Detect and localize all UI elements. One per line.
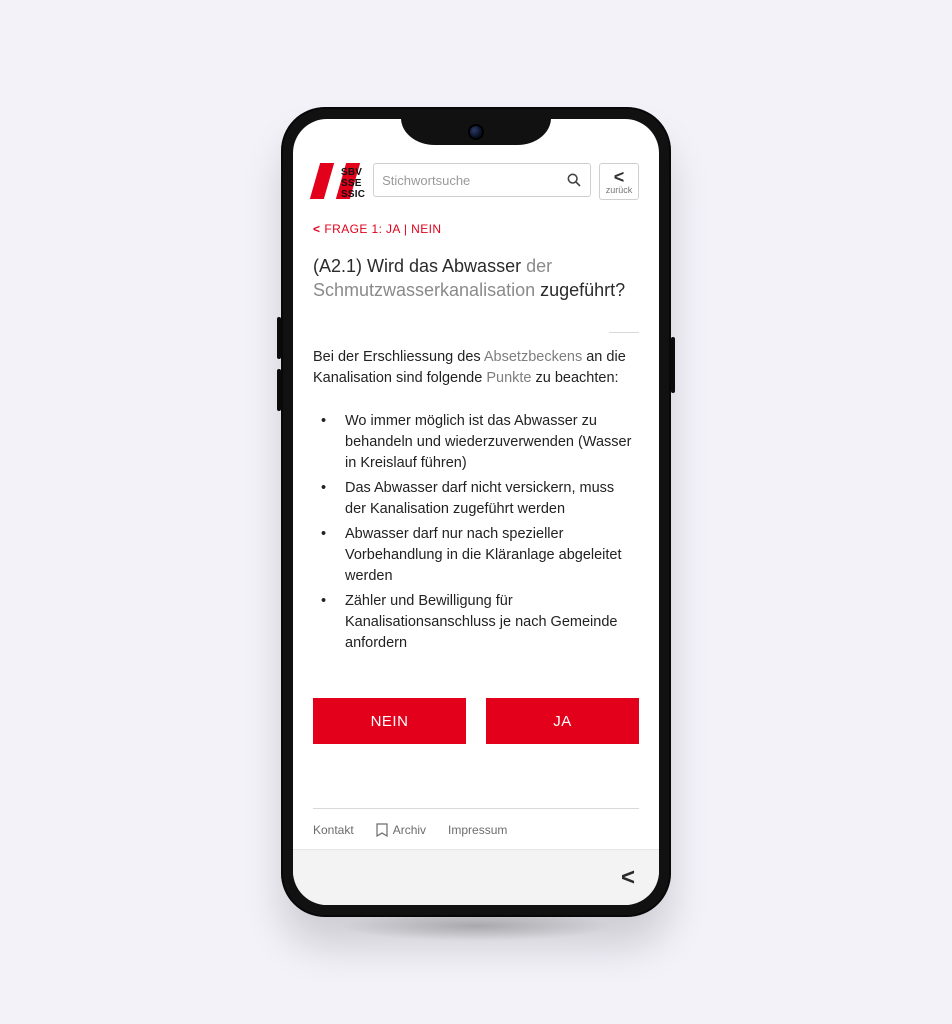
action-row: NEIN JA <box>313 698 639 744</box>
phone-side-button <box>671 337 675 393</box>
archive-link-label: Archiv <box>393 823 426 837</box>
imprint-link[interactable]: Impressum <box>448 823 507 837</box>
intro-text: Bei der Erschliessung des Absetzbeckens … <box>313 347 639 389</box>
list-item: Zähler und Bewilligung für Kanalisations… <box>317 591 639 654</box>
list-item: Das Abwasser darf nicht versickern, muss… <box>317 478 639 520</box>
yes-button[interactable]: JA <box>486 698 639 744</box>
phone-notch <box>401 119 551 145</box>
breadcrumb[interactable]: < FRAGE 1: JA | NEIN <box>313 222 639 236</box>
search-box[interactable] <box>373 163 591 197</box>
front-camera <box>470 126 482 138</box>
divider <box>609 332 639 333</box>
phone-side-button <box>277 369 281 411</box>
chevron-left-icon: < <box>313 222 320 236</box>
phone-side-button <box>277 317 281 359</box>
breadcrumb-text: FRAGE 1: JA | NEIN <box>324 222 441 236</box>
screen: SBV SSE SSIC < zurück < FRAGE 1: JA | NEI… <box>293 119 659 905</box>
phone-frame: SBV SSE SSIC < zurück < FRAGE 1: JA | NEI… <box>281 107 671 917</box>
bookmark-icon <box>376 823 388 837</box>
chevron-left-icon: < <box>600 168 638 184</box>
bottom-bar: < <box>293 849 659 905</box>
brand-logo-text: SBV SSE SSIC <box>341 167 365 200</box>
no-button[interactable]: NEIN <box>313 698 466 744</box>
contact-link[interactable]: Kontakt <box>313 823 354 837</box>
brand-logo[interactable]: SBV SSE SSIC <box>313 163 365 199</box>
header: SBV SSE SSIC < zurück <box>313 163 639 200</box>
list-item: Wo immer möglich ist das Abwasser zu beh… <box>317 411 639 474</box>
back-button[interactable]: < zurück <box>599 163 639 200</box>
question-heading: (A2.1) Wird das Abwasser der Schmutzwass… <box>313 254 639 302</box>
search-input[interactable] <box>382 173 566 188</box>
bottom-back-button[interactable]: < <box>621 864 635 892</box>
bullet-list: Wo immer möglich ist das Abwasser zu beh… <box>313 411 639 658</box>
app-content: SBV SSE SSIC < zurück < FRAGE 1: JA | NEI… <box>293 119 659 849</box>
archive-link[interactable]: Archiv <box>376 823 426 837</box>
footer-links: Kontakt Archiv Impressum <box>313 808 639 849</box>
back-button-label: zurück <box>600 186 638 195</box>
list-item: Abwasser darf nur nach spezieller Vorbeh… <box>317 524 639 587</box>
search-icon <box>566 172 582 188</box>
